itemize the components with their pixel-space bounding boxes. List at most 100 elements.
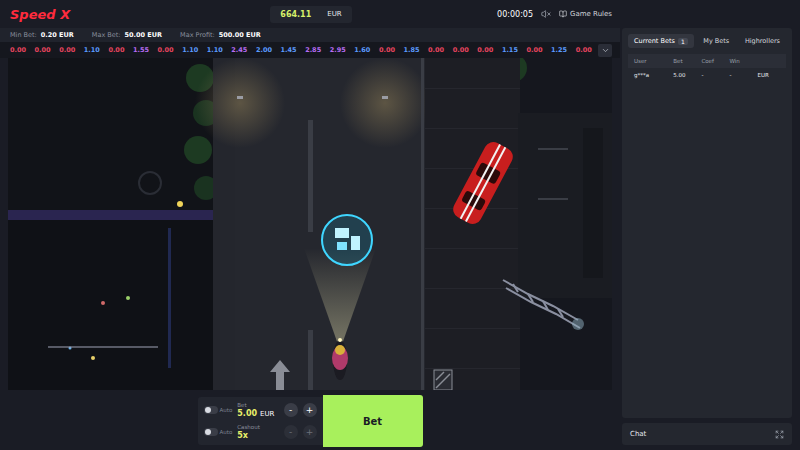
history-multiplier: 1.25 [551, 46, 567, 54]
bet-setting-row: Auto Bet5.00EUR-+ [204, 402, 317, 418]
bets-tabs: Current Bets1My Bets Highrollers [628, 34, 786, 48]
history-multiplier: 1.55 [133, 46, 149, 54]
buildings-left [8, 58, 213, 390]
column-header: Bet [673, 58, 701, 64]
history-multiplier: 2.00 [256, 46, 272, 54]
top-bar: Speed X664.11EUR 00:00:05 Game Rules [0, 0, 620, 28]
game-area [8, 58, 612, 390]
timer: 00:00:05 [497, 10, 533, 19]
minus-button[interactable]: - [284, 425, 298, 439]
column-header: User [634, 58, 673, 64]
bets-tab[interactable]: Current Bets1 [628, 34, 694, 48]
history-multiplier: 0.00 [158, 46, 174, 54]
book-icon [559, 10, 567, 18]
brick-sidewalk [425, 58, 520, 390]
count-badge: 1 [678, 38, 688, 45]
shield-powerup [322, 215, 372, 265]
expand-icon[interactable] [775, 430, 784, 439]
bet-field[interactable]: Cashout5x [237, 424, 278, 440]
column-header: Win [729, 58, 757, 64]
bet-cell: EUR [758, 72, 780, 78]
history-bar: 0.000.000.001.100.001.550.001.101.102.45… [0, 42, 620, 58]
balance: 664.11EUR [270, 6, 351, 23]
bet-settings: AutoBet5.00EUR-+AutoCashout5x-+ [198, 397, 323, 445]
history-multiplier: 0.00 [576, 46, 592, 54]
history-multiplier: 0.00 [108, 46, 124, 54]
limit: Max Bet: 50.00 EUR [92, 31, 162, 39]
bet-cell: 5.00 [673, 72, 701, 78]
field-label: Cashout [237, 424, 278, 430]
history-multiplier: 0.00 [59, 46, 75, 54]
chevron-down-icon [601, 46, 610, 55]
history-multiplier: 0.00 [477, 46, 493, 54]
field-value: 5x [237, 431, 278, 440]
unit-text: EUR [260, 410, 274, 418]
hatched-box [434, 370, 452, 390]
limit-label: Max Bet: [92, 31, 121, 39]
history-multiplier: 1.10 [207, 46, 223, 54]
limit: Max Profit: 500.00 EUR [180, 31, 261, 39]
history-multiplier: 1.45 [281, 46, 297, 54]
game-column: Speed X664.11EUR 00:00:05 Game Rules Min Be… [0, 0, 620, 450]
bet-cell: - [701, 72, 729, 78]
history-multiplier: 0.00 [379, 46, 395, 54]
limit-value: 50.00 EUR [125, 31, 163, 39]
history-multiplier: 2.95 [330, 46, 346, 54]
game-rules-link[interactable]: Game Rules [559, 10, 612, 18]
plus-button[interactable]: + [303, 403, 317, 417]
game-page: Speed X664.11EUR 00:00:05 Game Rules Min Be… [0, 0, 800, 450]
street-lamp [382, 96, 388, 99]
history-multiplier: 1.10 [182, 46, 198, 54]
bet-setting-row: AutoCashout5x-+ [204, 424, 317, 440]
bets-tab[interactable]: Highrollers [739, 34, 786, 48]
history-multiplier: 1.85 [404, 46, 420, 54]
bet-row: g***a5.00--EUR [628, 68, 786, 82]
bets-table-header: UserBetCoefWin [628, 54, 786, 68]
plus-button[interactable]: + [303, 425, 317, 439]
column-header: Coef [701, 58, 729, 64]
game-scene [8, 58, 612, 390]
history-multiplier: 0.00 [10, 46, 26, 54]
top-tools: 00:00:05 Game Rules [497, 9, 612, 19]
bet-cell: g***a [634, 72, 673, 78]
history-multiplier: 0.00 [35, 46, 51, 54]
chat-label: Chat [630, 430, 646, 438]
limit-value: 500.00 EUR [219, 31, 261, 39]
logo: Speed X [10, 7, 270, 22]
toggle-label: Auto [220, 429, 233, 435]
balance-currency: EUR [327, 10, 341, 18]
side-column: Current Bets1My Bets Highrollers UserBetCo… [620, 0, 800, 450]
history-expand-button[interactable] [598, 44, 612, 57]
auto-toggle: Auto [204, 406, 233, 414]
history-multiplier: 1.60 [354, 46, 370, 54]
history-multiplier: 0.00 [428, 46, 444, 54]
history-multiplier: 0.00 [526, 46, 542, 54]
motorbike [332, 338, 348, 380]
limit-label: Min Bet: [10, 31, 37, 39]
field-label: Bet [237, 402, 278, 408]
limit: Min Bet: 0.20 EUR [10, 31, 74, 39]
limits-bar: Min Bet: 0.20 EUR Max Bet: 50.00 EUR Max Pro… [0, 28, 620, 42]
value-text: 5x [237, 431, 248, 440]
toggle-switch[interactable] [204, 428, 218, 436]
limit-label: Max Profit: [180, 31, 215, 39]
bet-field[interactable]: Bet5.00EUR [237, 402, 278, 418]
history-multiplier: 1.15 [502, 46, 518, 54]
history-multiplier: 0.00 [453, 46, 469, 54]
bet-controls: AutoBet5.00EUR-+AutoCashout5x-+Bet [0, 390, 620, 450]
limit-value: 0.20 EUR [41, 31, 74, 39]
chat-bar[interactable]: Chat [622, 423, 792, 445]
bet-button[interactable]: Bet [323, 395, 423, 447]
sound-icon[interactable] [541, 9, 551, 19]
red-car [450, 139, 516, 227]
history-multiplier: 2.45 [231, 46, 247, 54]
toggle-label: Auto [220, 407, 233, 413]
street-lamp [237, 96, 243, 99]
history-multiplier: 2.85 [305, 46, 321, 54]
auto-toggle: Auto [204, 428, 233, 436]
toggle-switch[interactable] [204, 406, 218, 414]
sound-toggle[interactable] [541, 9, 551, 19]
history-list: 0.000.000.001.100.001.550.001.101.102.45… [10, 46, 592, 54]
bets-tab[interactable]: My Bets [697, 34, 735, 48]
minus-button[interactable]: - [284, 403, 298, 417]
